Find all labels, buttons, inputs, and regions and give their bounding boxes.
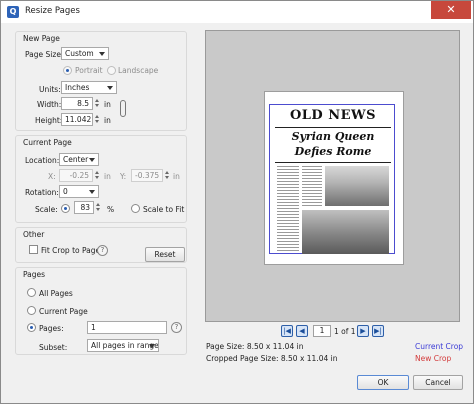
y-label: Y: <box>120 172 127 181</box>
subset-label: Subset: <box>39 343 68 352</box>
location-select[interactable]: Center <box>59 153 99 166</box>
width-stepper[interactable] <box>94 97 101 110</box>
page-size-info: Page Size: 8.50 x 11.04 in <box>206 342 304 351</box>
link-aspect-icon[interactable] <box>120 100 126 117</box>
resize-pages-dialog: Q Resize Pages ✕ New Page Page Size: Cus… <box>0 0 474 404</box>
page-preview: OLD NEWS Syrian Queen Defies Rome <box>205 30 460 322</box>
fit-crop-help-icon[interactable]: ? <box>97 245 108 256</box>
portrait-label: Portrait <box>75 66 103 75</box>
x-stepper[interactable] <box>94 169 101 182</box>
next-page-button[interactable]: ▶ <box>357 325 369 337</box>
pages-help-icon[interactable]: ? <box>171 322 182 333</box>
y-unit: in <box>173 172 180 181</box>
newspaper-headline-1: Syrian Queen <box>291 130 375 143</box>
scale-to-fit-radio[interactable] <box>131 204 140 213</box>
app-icon: Q <box>7 6 19 18</box>
fit-crop-checkbox[interactable] <box>29 245 38 254</box>
chevron-down-icon <box>99 52 105 56</box>
new-page-title: New Page <box>23 34 60 43</box>
location-value: Center <box>63 155 89 164</box>
ok-button[interactable]: OK <box>357 375 409 390</box>
newspaper-title: OLD NEWS <box>289 108 377 123</box>
portrait-radio[interactable] <box>63 66 72 75</box>
height-label: Height: <box>35 116 63 125</box>
units-label: Units: <box>39 85 61 94</box>
width-label: Width: <box>37 100 62 109</box>
page-size-select[interactable]: Custom <box>61 47 109 60</box>
x-label: X: <box>48 172 56 181</box>
newspaper-rule <box>275 127 391 128</box>
window-title: Resize Pages <box>25 6 80 16</box>
chevron-down-icon <box>149 344 155 348</box>
prev-page-button[interactable]: ◀ <box>296 325 308 337</box>
current-page-radio[interactable] <box>27 306 36 315</box>
reset-button[interactable]: Reset <box>145 247 185 262</box>
newspaper-text-column <box>302 166 322 208</box>
pages-radio[interactable] <box>27 323 36 332</box>
rotation-label: Rotation: <box>25 188 59 197</box>
cropped-size-info: Cropped Page Size: 8.50 x 11.04 in <box>206 354 338 363</box>
landscape-radio[interactable] <box>107 66 116 75</box>
title-bar: Q Resize Pages ✕ <box>1 1 473 23</box>
pages-range-input[interactable]: 1 <box>87 321 167 334</box>
chevron-down-icon <box>107 86 113 90</box>
other-title: Other <box>23 230 45 239</box>
units-value: Inches <box>65 83 90 92</box>
location-label: Location: <box>25 156 60 165</box>
units-select[interactable]: Inches <box>61 81 117 94</box>
all-pages-radio[interactable] <box>27 288 36 297</box>
current-crop-legend: Current Crop <box>415 342 464 351</box>
chevron-down-icon <box>89 158 95 162</box>
newspaper-text-column <box>277 166 299 252</box>
width-field[interactable]: 8.5 <box>61 97 93 110</box>
height-stepper[interactable] <box>94 113 101 126</box>
preview-page: OLD NEWS Syrian Queen Defies Rome <box>264 91 404 265</box>
newspaper-photo-1 <box>325 166 389 206</box>
pages-label: Pages: <box>39 324 64 333</box>
last-page-button[interactable]: ▶| <box>372 325 384 337</box>
scale-radio[interactable] <box>61 204 70 213</box>
newspaper-rule <box>275 162 391 163</box>
chevron-down-icon <box>89 190 95 194</box>
scale-unit: % <box>107 205 115 214</box>
scale-stepper[interactable] <box>95 201 102 214</box>
newspaper-photo-2 <box>302 210 389 254</box>
height-unit: in <box>104 116 111 125</box>
height-field[interactable]: 11.042 <box>61 113 93 126</box>
page-size-value: Custom <box>65 49 94 58</box>
rotation-select[interactable]: 0 <box>59 185 99 198</box>
subset-select[interactable]: All pages in range <box>87 339 159 352</box>
current-page-label: Current Page <box>39 307 88 316</box>
current-page-title: Current Page <box>23 138 72 147</box>
close-button[interactable]: ✕ <box>431 1 471 19</box>
scale-to-fit-label: Scale to Fit <box>143 205 185 214</box>
fit-crop-label: Fit Crop to Page <box>41 246 101 255</box>
y-field[interactable]: -0.375 <box>131 169 163 182</box>
width-unit: in <box>104 100 111 109</box>
scale-label: Scale: <box>35 205 58 214</box>
page-number-input[interactable]: 1 <box>313 325 331 337</box>
cancel-button[interactable]: Cancel <box>413 375 463 390</box>
x-field[interactable]: -0.25 <box>59 169 93 182</box>
all-pages-label: All Pages <box>39 289 73 298</box>
y-stepper[interactable] <box>164 169 171 182</box>
first-page-button[interactable]: |◀ <box>281 325 293 337</box>
x-unit: in <box>104 172 111 181</box>
newspaper-headline-2: Defies Rome <box>294 145 372 158</box>
rotation-value: 0 <box>63 187 68 196</box>
landscape-label: Landscape <box>118 66 159 75</box>
page-count-label: 1 of 1 <box>334 327 356 336</box>
new-crop-legend: New Crop <box>415 354 452 363</box>
page-size-label: Page Size: <box>25 50 64 59</box>
pages-title: Pages <box>23 270 46 279</box>
scale-field[interactable]: 83 <box>74 201 94 214</box>
